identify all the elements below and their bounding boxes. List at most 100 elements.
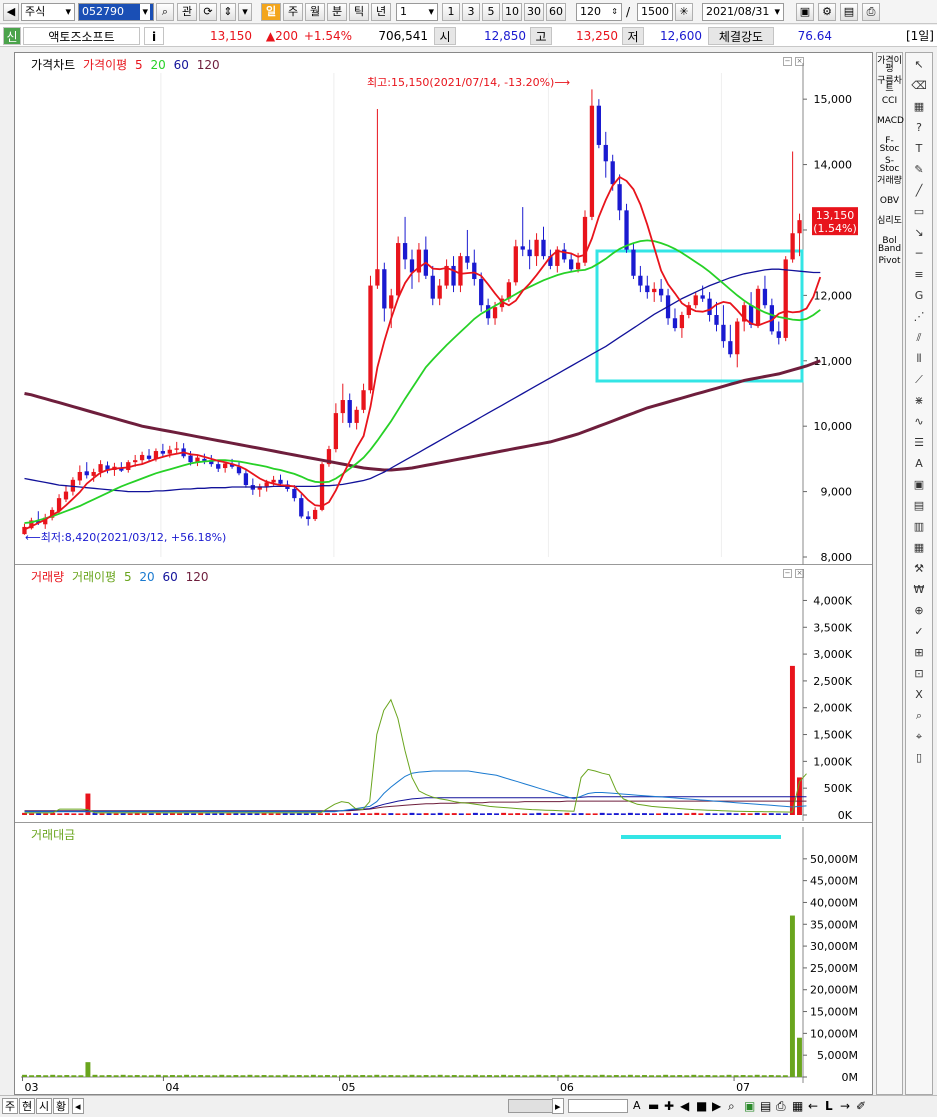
indicator-fstoc[interactable]: F-Stoc bbox=[877, 137, 902, 154]
stop-icon[interactable]: ■ bbox=[696, 1097, 707, 1115]
tab-hyeon[interactable]: 현 bbox=[19, 1098, 36, 1114]
zigzag-icon[interactable]: ⋇ bbox=[910, 392, 928, 410]
grid-icon[interactable]: ▦ bbox=[910, 539, 928, 557]
quick-10-button[interactable]: 10 bbox=[502, 3, 522, 21]
arrow-right-icon[interactable]: → bbox=[840, 1097, 850, 1115]
tab-ju[interactable]: 주 bbox=[2, 1098, 19, 1114]
text-icon[interactable]: T bbox=[910, 140, 928, 158]
nav-a[interactable]: A bbox=[633, 1097, 641, 1115]
search-chart-icon[interactable]: ⊡ bbox=[910, 665, 928, 683]
print-icon[interactable]: ⎙ bbox=[776, 1097, 786, 1115]
scroll-left-icon[interactable]: ◂ bbox=[72, 1098, 84, 1114]
indicator-sstoc[interactable]: S-Stoc bbox=[877, 157, 902, 174]
star-icon[interactable]: ✳ bbox=[675, 3, 693, 21]
period-week-button[interactable]: 주 bbox=[283, 3, 303, 21]
horizontal-line-icon[interactable]: ─ bbox=[910, 245, 928, 263]
volume-panel[interactable]: 거래량 거래이평 5 20 60 120 − × 0K 500K 1,000K 1,5… bbox=[15, 565, 872, 823]
price-icon[interactable]: ₩ bbox=[910, 581, 928, 599]
page-icon[interactable]: ▯ bbox=[910, 749, 928, 767]
document-icon[interactable]: ▤ bbox=[910, 497, 928, 515]
draw-icon[interactable]: ✐ bbox=[856, 1097, 866, 1115]
fibonacci-icon[interactable]: ☰ bbox=[910, 434, 928, 452]
search-icon[interactable]: ⌕ bbox=[728, 1097, 735, 1115]
wave-icon[interactable]: ∿ bbox=[910, 413, 928, 431]
help-icon[interactable]: ? bbox=[910, 119, 928, 137]
interval-select[interactable]: 1 ▾ bbox=[396, 3, 438, 21]
indicator-obv[interactable]: OBV bbox=[877, 197, 902, 213]
arrow-left-icon[interactable]: ← bbox=[808, 1097, 818, 1115]
chevron-down-icon[interactable]: ▾ bbox=[238, 3, 252, 21]
print-icon[interactable]: ⎙ bbox=[862, 3, 880, 21]
scroll-right-icon[interactable]: ▸ bbox=[552, 1098, 564, 1114]
crosshair-icon[interactable]: ⌖ bbox=[910, 728, 928, 746]
tab-si[interactable]: 시 bbox=[36, 1098, 53, 1114]
window-icon[interactable]: ▣ bbox=[910, 476, 928, 494]
nav-l[interactable]: L bbox=[825, 1097, 833, 1115]
period-month-button[interactable]: 월 bbox=[305, 3, 325, 21]
gear-icon[interactable]: ⚙ bbox=[818, 3, 836, 21]
channel-icon[interactable]: ≡ bbox=[910, 266, 928, 284]
price-panel[interactable]: 가격차트 가격이평 5 20 60 120 − × 8,000 9,000 10,0… bbox=[15, 53, 872, 565]
bar-chart-icon[interactable]: ▥ bbox=[910, 518, 928, 536]
quick-1-button[interactable]: 1 bbox=[442, 3, 460, 21]
zoom-slider[interactable] bbox=[568, 1099, 628, 1113]
window-icon[interactable]: ▣ bbox=[796, 3, 814, 21]
chart-area[interactable]: 가격차트 가격이평 5 20 60 120 − × 8,000 9,000 10,0… bbox=[14, 52, 873, 1095]
count-input[interactable]: 120 ⇕ bbox=[576, 3, 622, 21]
quick-30-button[interactable]: 30 bbox=[524, 3, 544, 21]
save-icon[interactable]: ▤ bbox=[760, 1097, 771, 1115]
excel-icon[interactable]: ▣ bbox=[744, 1097, 755, 1115]
pencil-icon[interactable]: ✎ bbox=[910, 161, 928, 179]
period-minute-button[interactable]: 분 bbox=[327, 3, 347, 21]
indicator-cloud[interactable]: 구름차트 bbox=[877, 77, 902, 94]
stock-code-input[interactable]: 052790 ▾ bbox=[78, 3, 154, 21]
indicator-volume[interactable]: 거래량 bbox=[877, 177, 902, 193]
indicator-bollinger[interactable]: Bol Band bbox=[877, 237, 902, 254]
period-tick-button[interactable]: 틱 bbox=[349, 3, 369, 21]
indicator-macd[interactable]: MACD bbox=[877, 117, 904, 133]
total-input[interactable]: 1500 bbox=[637, 3, 673, 21]
cursor-icon[interactable]: ↖ bbox=[910, 56, 928, 74]
market-select[interactable]: 주식 ▾ bbox=[21, 3, 75, 21]
zoom-icon[interactable]: ⌕ bbox=[910, 707, 928, 725]
auto-icon[interactable]: A bbox=[910, 455, 928, 473]
info-button[interactable]: i bbox=[144, 27, 164, 45]
quick-3-button[interactable]: 3 bbox=[462, 3, 480, 21]
grid-icon[interactable]: ▦ bbox=[792, 1097, 803, 1115]
minus-icon[interactable]: ▬ bbox=[648, 1097, 659, 1115]
eraser-icon[interactable]: ⌫ bbox=[910, 77, 928, 95]
next-icon[interactable]: ▶ bbox=[712, 1097, 721, 1115]
quick-60-button[interactable]: 60 bbox=[546, 3, 566, 21]
amount-panel[interactable]: 거래대금 0M 5,000M 10,000M 15,000M 20,000M 25,000… bbox=[15, 823, 872, 1094]
cycle-icon[interactable]: ⦀ bbox=[910, 350, 928, 368]
all-icon[interactable]: ▦ bbox=[910, 98, 928, 116]
refresh-icon[interactable]: ⟳ bbox=[199, 3, 217, 21]
line-icon[interactable]: ╱ bbox=[910, 182, 928, 200]
period-day-button[interactable]: 일 bbox=[261, 3, 281, 21]
spin-up-down-icon[interactable]: ⇕ bbox=[220, 3, 236, 21]
magnifier-icon[interactable]: ⊕ bbox=[910, 602, 928, 620]
tab-hwang[interactable]: 황 bbox=[53, 1098, 70, 1114]
indicator-pivot[interactable]: Pivot bbox=[877, 257, 902, 273]
marker-icon[interactable]: ✓ bbox=[910, 623, 928, 641]
search-icon[interactable]: ⌕ bbox=[156, 3, 174, 21]
prev-icon[interactable]: ◀ bbox=[680, 1097, 689, 1115]
gwan-button[interactable]: 관 bbox=[177, 3, 197, 21]
gann-icon[interactable]: G bbox=[910, 287, 928, 305]
fan-icon[interactable]: ⋰ bbox=[910, 308, 928, 326]
indicator-psychology[interactable]: 심리도 bbox=[877, 217, 902, 233]
date-select[interactable]: 2021/08/31 ▾ bbox=[702, 3, 784, 21]
period-year-button[interactable]: 년 bbox=[371, 3, 391, 21]
zoom-chart-icon[interactable]: ⊞ bbox=[910, 644, 928, 662]
rectangle-icon[interactable]: ▭ bbox=[910, 203, 928, 221]
excel-icon[interactable]: X bbox=[910, 686, 928, 704]
indicator-price-ma[interactable]: 가격이평 bbox=[877, 57, 902, 74]
parallel-icon[interactable]: ⫽ bbox=[910, 329, 928, 347]
quick-5-button[interactable]: 5 bbox=[482, 3, 500, 21]
trend-icon[interactable]: ⟋ bbox=[910, 371, 928, 389]
back-icon[interactable]: ◀ bbox=[3, 3, 19, 21]
save-icon[interactable]: ▤ bbox=[840, 3, 858, 21]
ray-icon[interactable]: ↘ bbox=[910, 224, 928, 242]
wrench-icon[interactable]: ⚒ bbox=[910, 560, 928, 578]
plus-icon[interactable]: ✚ bbox=[664, 1097, 674, 1115]
